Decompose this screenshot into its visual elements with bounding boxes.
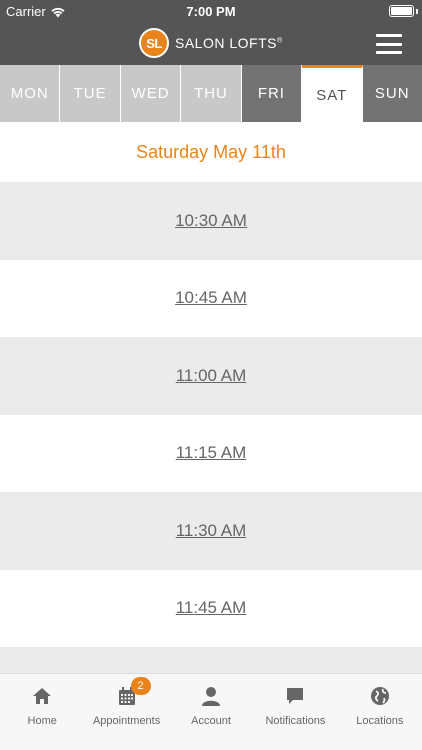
time-slot-link[interactable]: 10:30 AM bbox=[175, 211, 247, 231]
globe-icon bbox=[369, 685, 391, 715]
tab-label: Account bbox=[191, 715, 231, 727]
tab-label: Notifications bbox=[265, 715, 326, 727]
day-tab-mon[interactable]: MON bbox=[0, 65, 61, 122]
time-slot-link[interactable]: 11:15 AM bbox=[176, 443, 247, 463]
app-header: SL SALON LOFTS® bbox=[0, 22, 422, 65]
logo-icon: SL bbox=[139, 28, 169, 58]
tab-home[interactable]: Home bbox=[0, 674, 84, 750]
time-slot-row: 11:30 AM bbox=[0, 492, 422, 570]
tab-account[interactable]: Account bbox=[169, 674, 253, 750]
time-slot-link[interactable]: 10:45 AM bbox=[175, 288, 247, 308]
tab-label: Appointments bbox=[92, 715, 161, 727]
day-tab-wed[interactable]: WED bbox=[120, 65, 182, 122]
time-slot-link[interactable]: 11:00 AM bbox=[176, 366, 247, 386]
day-tab-sat[interactable]: SAT bbox=[302, 65, 363, 122]
home-icon bbox=[31, 685, 53, 715]
day-tab-thu[interactable]: THU bbox=[181, 65, 242, 122]
chat-bubble-icon bbox=[284, 685, 306, 715]
status-bar: Carrier 7:00 PM bbox=[0, 0, 422, 22]
person-icon bbox=[200, 685, 222, 715]
time-slot-list: 10:30 AM 10:45 AM 11:00 AM 11:15 AM 11:30 AM… bbox=[0, 182, 422, 673]
tab-label: Home bbox=[27, 715, 57, 727]
appointments-count-badge: 2 bbox=[130, 677, 151, 695]
status-time: 7:00 PM bbox=[186, 4, 236, 19]
day-tab-fri[interactable]: FRI bbox=[241, 65, 303, 122]
time-slot-row: 11:45 AM bbox=[0, 569, 422, 647]
tab-label: Locations bbox=[356, 715, 404, 727]
brand-name-text: SALON LOFTS bbox=[175, 35, 277, 51]
battery-tip bbox=[416, 9, 418, 14]
tab-locations[interactable]: Locations bbox=[338, 674, 422, 750]
brand-name: SALON LOFTS® bbox=[175, 35, 283, 51]
selected-date-heading: Saturday May 11th bbox=[136, 141, 286, 162]
time-slot-row: 10:30 AM bbox=[0, 182, 422, 260]
tab-notifications[interactable]: Notifications bbox=[253, 674, 337, 750]
brand-logo: SL SALON LOFTS® bbox=[139, 28, 283, 58]
time-slot-link[interactable]: 11:45 AM bbox=[176, 598, 247, 618]
time-slot-row bbox=[0, 647, 422, 673]
day-tab-sun[interactable]: SUN bbox=[362, 65, 422, 122]
day-tabs: MON TUE WED THU FRI SAT SUN bbox=[0, 65, 422, 122]
time-slot-row: 10:45 AM bbox=[0, 259, 422, 337]
time-slot-row: 11:15 AM bbox=[0, 414, 422, 492]
time-slot-row: 11:00 AM bbox=[0, 337, 422, 415]
time-slot-link[interactable]: 11:30 AM bbox=[176, 521, 247, 541]
bottom-tab-bar: Home Appointments 2 Account Notifications Loc… bbox=[0, 673, 422, 750]
battery-icon bbox=[389, 5, 414, 17]
day-tab-tue[interactable]: TUE bbox=[60, 65, 121, 122]
tab-appointments[interactable]: Appointments 2 bbox=[84, 674, 168, 750]
hamburger-menu-icon[interactable] bbox=[376, 34, 402, 54]
brand-registered-mark: ® bbox=[276, 37, 283, 45]
